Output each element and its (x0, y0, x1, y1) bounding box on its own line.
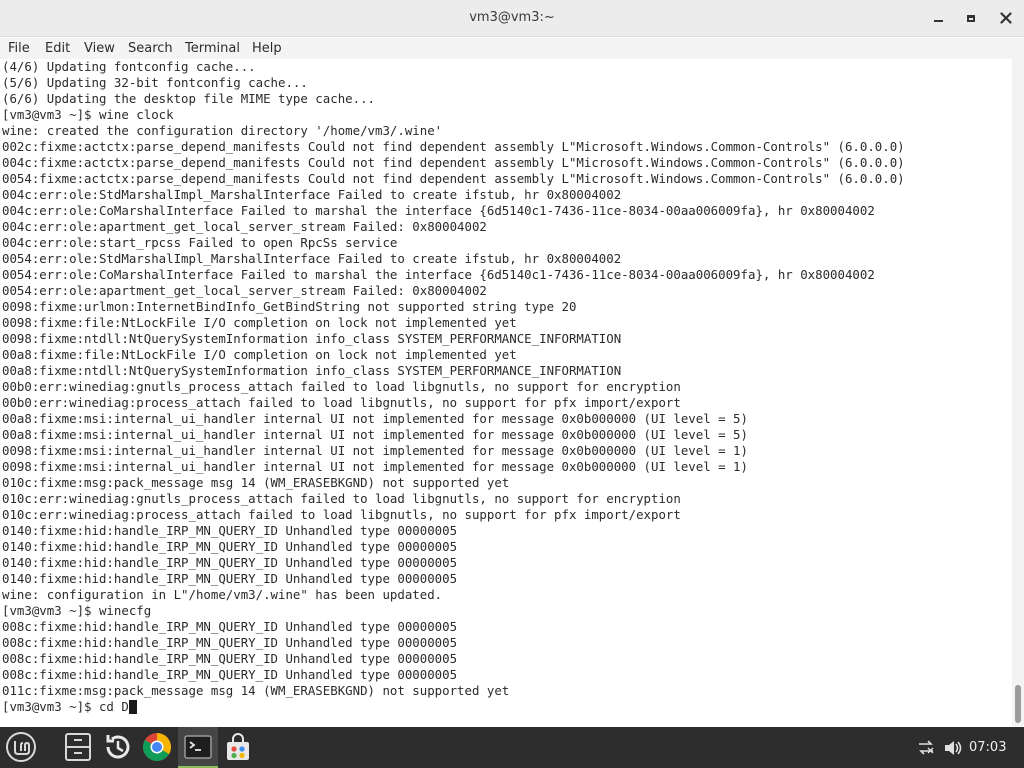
terminal-line: 0140:fixme:hid:handle_IRP_MN_QUERY_ID Un… (2, 571, 458, 586)
menu-file[interactable]: File (8, 41, 30, 56)
terminal-line: (6/6) Updating the desktop file MIME typ… (2, 91, 375, 106)
close-icon (1000, 12, 1012, 24)
network-icon[interactable] (916, 739, 936, 760)
menu-help[interactable]: Help (252, 41, 282, 56)
terminal-line: (4/6) Updating fontconfig cache... (2, 59, 256, 74)
mint-logo-icon (6, 732, 36, 762)
scrollbar-thumb[interactable] (1015, 685, 1021, 723)
terminal-line: 0054:fixme:actctx:parse_depend_manifests… (2, 171, 905, 186)
terminal-line: 010c:fixme:msg:pack_message msg 14 (WM_E… (2, 475, 510, 490)
terminal-line: 0140:fixme:hid:handle_IRP_MN_QUERY_ID Un… (2, 523, 458, 538)
terminal-line: 00a8:fixme:msi:internal_ui_handler inter… (2, 427, 748, 442)
terminal-line: 004c:err:ole:apartment_get_local_server_… (2, 219, 487, 234)
files-icon[interactable] (62, 731, 94, 763)
terminal-output[interactable]: (4/6) Updating fontconfig cache... (5/6)… (0, 59, 1012, 726)
terminal-line: wine: configuration in L"/home/vm3/.wine… (2, 587, 443, 602)
maximize-button[interactable] (958, 6, 984, 30)
terminal-line: 00b0:err:winediag:process_attach failed … (2, 395, 681, 410)
terminal-line: 0054:err:ole:apartment_get_local_server_… (2, 283, 487, 298)
terminal-line: 0098:fixme:msi:internal_ui_handler inter… (2, 459, 748, 474)
terminal-lines: (4/6) Updating fontconfig cache... (5/6)… (2, 59, 905, 715)
terminal-line: 008c:fixme:hid:handle_IRP_MN_QUERY_ID Un… (2, 619, 458, 634)
window-title: vm3@vm3:~ (469, 10, 555, 25)
terminal-line: 004c:err:ole:StdMarshalImpl_MarshalInter… (2, 187, 622, 202)
timeshift-icon[interactable] (102, 731, 134, 763)
terminal-line: 008c:fixme:hid:handle_IRP_MN_QUERY_ID Un… (2, 667, 458, 682)
volume-icon[interactable] (943, 739, 963, 760)
taskbar: 07:03 (0, 727, 1024, 768)
terminal-line: 010c:err:winediag:process_attach failed … (2, 507, 681, 522)
prompt-input[interactable]: [vm3@vm3 ~]$ cd D (2, 699, 129, 714)
terminal-line: 004c:fixme:actctx:parse_depend_manifests… (2, 155, 905, 170)
software-manager-icon[interactable] (222, 731, 254, 763)
menu-search[interactable]: Search (128, 41, 173, 56)
terminal-line: [vm3@vm3 ~]$ wine clock (2, 107, 174, 122)
terminal-line: 004c:err:ole:CoMarshalInterface Failed t… (2, 203, 875, 218)
terminal-app-icon (184, 735, 212, 759)
chrome-logo-icon (143, 733, 171, 761)
menu-icon[interactable] (5, 731, 37, 763)
menu-edit[interactable]: Edit (45, 41, 70, 56)
terminal-line: 010c:err:winediag:gnutls_process_attach … (2, 491, 681, 506)
close-button[interactable] (993, 6, 1019, 30)
terminal-line: 008c:fixme:hid:handle_IRP_MN_QUERY_ID Un… (2, 651, 458, 666)
terminal-line: 00a8:fixme:msi:internal_ui_handler inter… (2, 411, 748, 426)
terminal-line: 011c:fixme:msg:pack_message msg 14 (WM_E… (2, 683, 510, 698)
terminal-line: 002c:fixme:actctx:parse_depend_manifests… (2, 139, 905, 154)
terminal-line: 00a8:fixme:file:NtLockFile I/O completio… (2, 347, 517, 362)
terminal-line: 0140:fixme:hid:handle_IRP_MN_QUERY_ID Un… (2, 539, 458, 554)
network-disconnected-icon (919, 740, 934, 755)
terminal-line: 004c:err:ole:start_rpcss Failed to open … (2, 235, 398, 250)
maximize-icon (967, 14, 975, 22)
terminal-line: wine: created the configuration director… (2, 123, 443, 138)
terminal-line: 008c:fixme:hid:handle_IRP_MN_QUERY_ID Un… (2, 635, 458, 650)
window-titlebar[interactable]: vm3@vm3:~ (0, 0, 1024, 37)
terminal-line: 0098:fixme:file:NtLockFile I/O completio… (2, 315, 517, 330)
speaker-icon (945, 741, 962, 755)
menu-view[interactable]: View (84, 41, 115, 56)
minimize-icon (933, 20, 943, 22)
terminal-line: 00b0:err:winediag:gnutls_process_attach … (2, 379, 681, 394)
text-cursor (128, 700, 137, 714)
terminal-line: [vm3@vm3 ~]$ winecfg (2, 603, 152, 618)
terminal-line: 0054:err:ole:CoMarshalInterface Failed t… (2, 267, 875, 282)
terminal-prompt-line[interactable]: [vm3@vm3 ~]$ cd D (2, 699, 905, 715)
minimize-button[interactable] (925, 6, 951, 30)
menubar: File Edit View Search Terminal Help (0, 38, 1024, 61)
terminal-line: (5/6) Updating 32-bit fontconfig cache..… (2, 75, 308, 90)
terminal-line: 0098:fixme:urlmon:InternetBindInfo_GetBi… (2, 299, 577, 314)
clock-restore-icon (106, 735, 130, 759)
terminal-line: 00a8:fixme:ntdll:NtQuerySystemInformatio… (2, 363, 622, 378)
terminal-line: 0098:fixme:ntdll:NtQuerySystemInformatio… (2, 331, 622, 346)
terminal-scrollbar[interactable] (1012, 59, 1024, 726)
terminal-icon[interactable] (182, 731, 214, 763)
chrome-icon[interactable] (141, 731, 173, 763)
menu-terminal[interactable]: Terminal (185, 41, 240, 56)
shopping-bag-icon (227, 733, 249, 760)
clock[interactable]: 07:03 (969, 740, 1006, 755)
file-cabinet-icon (65, 733, 91, 761)
terminal-line: 0054:err:ole:StdMarshalImpl_MarshalInter… (2, 251, 622, 266)
terminal-line: 0140:fixme:hid:handle_IRP_MN_QUERY_ID Un… (2, 555, 458, 570)
terminal-line: 0098:fixme:msi:internal_ui_handler inter… (2, 443, 748, 458)
